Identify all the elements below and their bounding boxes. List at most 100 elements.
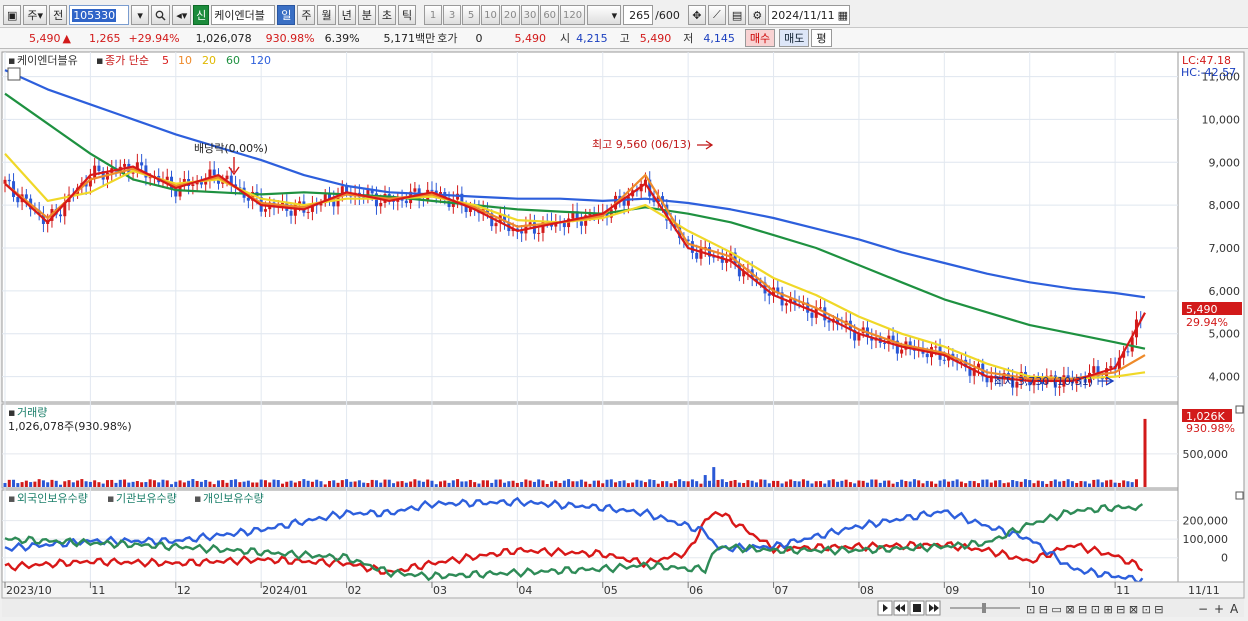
x-tick-label: 08 [860, 584, 874, 597]
volume-bar [404, 482, 408, 487]
volume-bar [750, 480, 754, 487]
candle-body [883, 342, 887, 344]
avg-button[interactable]: 평 [811, 29, 832, 47]
stock-chart[interactable]: 4,0005,0006,0007,0008,0009,00010,00011,0… [0, 50, 1248, 621]
ma-legend-20: 20 [202, 54, 216, 67]
x-tick-label: 11 [91, 584, 105, 597]
calendar-icon[interactable]: ▦ [838, 9, 848, 22]
volume-bar [97, 482, 101, 487]
speaker-icon[interactable]: ◂▾ [172, 5, 192, 25]
volume-bar [861, 480, 865, 487]
volume-bar [955, 479, 959, 487]
crosshair-icon[interactable]: ✥ [687, 5, 706, 25]
maximize-icon[interactable] [1235, 405, 1244, 414]
period-tab-6[interactable]: 틱 [397, 5, 417, 25]
sell-button[interactable]: 매도 [779, 29, 810, 47]
save-icon[interactable]: ▤ [727, 5, 747, 25]
interval-button-3[interactable]: 3 [443, 5, 462, 25]
volume-bar [1092, 479, 1096, 487]
volume-bar [515, 482, 519, 487]
volume-bar [541, 480, 545, 487]
volume-tick-label: 500,000 [1183, 448, 1229, 461]
interval-button-5[interactable]: 5 [462, 5, 481, 25]
x-tick-label: 2024/01 [262, 584, 308, 597]
market-select[interactable]: 주 ▾ [23, 5, 48, 25]
zoom-in-icon[interactable]: + [1214, 602, 1224, 616]
volume-bar [746, 480, 750, 487]
volume-bar [947, 481, 951, 487]
volume-bar [498, 479, 502, 487]
volume-bar [67, 480, 71, 487]
volume-bar [1066, 479, 1070, 487]
volume-bar [558, 483, 562, 487]
interval-button-120[interactable]: 120 [560, 5, 586, 25]
volume-bar [216, 480, 220, 487]
volume-panel[interactable] [1, 403, 1179, 489]
turnover-percent: 6.39% [324, 31, 360, 45]
candle-body [942, 359, 946, 361]
volume-bar [439, 481, 443, 487]
stock-code-input[interactable]: 105330 [69, 5, 130, 25]
volume-bar [895, 481, 899, 487]
date-input[interactable]: 2024/11/11 ▦ [768, 5, 851, 25]
gear-icon[interactable]: ⚙ [748, 5, 767, 25]
layout-icon[interactable]: ▣ [3, 5, 22, 25]
interval-button-10[interactable]: 10 [481, 5, 500, 25]
volume-bar [695, 481, 699, 487]
period-tab-1[interactable]: 주 [297, 5, 316, 25]
period-tab-3[interactable]: 년 [337, 5, 356, 25]
candle-body [562, 222, 566, 228]
volume-bar [353, 481, 357, 487]
volume-bar [763, 479, 767, 487]
period-tab-4[interactable]: 분 [357, 5, 376, 25]
table-toggle-icon[interactable] [7, 67, 21, 81]
volume-bar [772, 480, 776, 487]
volume-bar [16, 483, 20, 487]
zoom-slider-thumb[interactable] [982, 603, 986, 613]
interval-button-60[interactable]: 60 [540, 5, 560, 25]
font-size-icon[interactable]: A [1230, 602, 1239, 616]
period-tab-0[interactable]: 일 [277, 5, 296, 25]
prev-stock-button[interactable]: 전 [49, 5, 68, 25]
price-panel[interactable] [1, 51, 1179, 403]
volume-bar [114, 482, 118, 487]
interval-dropdown[interactable]: ▾ [587, 5, 622, 25]
volume-bar [925, 480, 929, 487]
x-tick-label: 05 [604, 584, 618, 597]
code-dropdown-icon[interactable]: ▾ [131, 5, 150, 25]
volume-bar [1079, 481, 1083, 487]
period-tab-5[interactable]: 초 [377, 5, 396, 25]
line-tool-icon[interactable]: ⟋ [707, 5, 726, 25]
chart-area: 4,000 5,000 6,000 7,000 8,000 9,000 10,000 11,0… [0, 50, 1248, 621]
market-label: 주 [27, 9, 38, 22]
volume-bar [528, 480, 532, 487]
maximize-icon[interactable] [1235, 491, 1244, 500]
period-tab-2[interactable]: 월 [317, 5, 336, 25]
candle-body [1126, 351, 1130, 353]
volume-bar [332, 480, 336, 487]
volume-bar [601, 483, 605, 487]
volume-bar [302, 479, 306, 487]
interval-button-20[interactable]: 20 [500, 5, 520, 25]
volume-bar [456, 479, 460, 487]
candle-body [494, 223, 498, 227]
price-legend-type: 종가 단순 [105, 54, 149, 67]
volume-bar [759, 479, 763, 487]
interval-button-1[interactable]: 1 [424, 5, 443, 25]
up-arrow-icon: ▲ [62, 31, 71, 45]
legend-square-icon: ▪ [8, 54, 15, 67]
volume-bar [972, 481, 976, 487]
volume-bar [12, 479, 16, 487]
buy-button[interactable]: 매수 [744, 29, 776, 47]
holder-legend-2: 개인보유수량 [203, 492, 264, 505]
interval-button-30[interactable]: 30 [520, 5, 540, 25]
volume-bar [24, 480, 28, 487]
volume-bar [345, 479, 349, 487]
zoom-out-icon[interactable]: − [1198, 602, 1208, 616]
search-icon[interactable] [151, 5, 171, 25]
volume-bar [511, 480, 515, 487]
candle-body [784, 303, 788, 306]
count-input[interactable]: 265 [623, 5, 654, 25]
candle-body [7, 179, 11, 182]
view-mode-icons[interactable]: ⊡ ⊟ ▭ ⊠ ⊟ ⊡ ⊞ ⊟ ⊠ ⊡ ⊟ [1026, 603, 1164, 616]
